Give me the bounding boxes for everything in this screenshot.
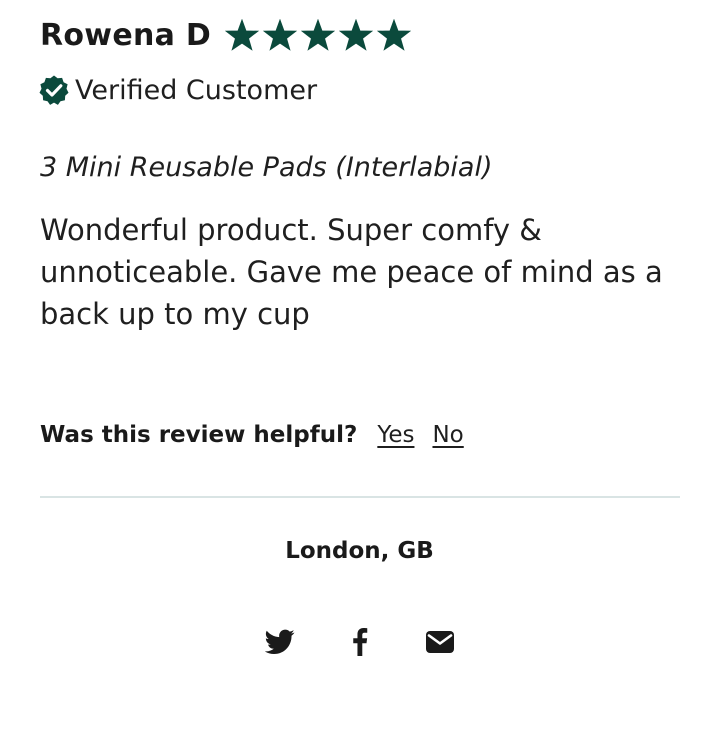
star-icon — [377, 18, 412, 51]
helpful-question: Was this review helpful? — [40, 422, 358, 448]
product-title: 3 Mini Reusable Pads (Interlabial) — [40, 152, 493, 183]
share-facebook-button[interactable] — [340, 624, 380, 660]
divider — [40, 496, 680, 498]
review-header: Rowena D — [40, 18, 415, 53]
share-twitter-button[interactable] — [260, 624, 300, 660]
share-buttons — [0, 624, 719, 660]
verified-label: Verified Customer — [75, 74, 318, 106]
star-rating — [225, 18, 415, 53]
star-icon — [339, 18, 374, 51]
star-icon — [263, 18, 298, 51]
star-icon — [301, 18, 336, 51]
helpful-vote: Was this review helpful? Yes No — [40, 422, 464, 448]
verified-check-icon — [39, 75, 69, 105]
review-body: Wonderful product. Super comfy & unnotic… — [40, 213, 663, 331]
verified-customer-badge: Verified Customer — [38, 74, 317, 106]
share-email-button[interactable] — [420, 624, 460, 660]
facebook-icon — [352, 628, 367, 656]
reviewer-location: London, GB — [285, 538, 434, 564]
star-icon — [225, 18, 260, 51]
vote-yes-link[interactable]: Yes — [377, 422, 414, 448]
reviewer-name: Rowena D — [40, 18, 212, 53]
review-card: Rowena D Verified Customer 3 Mini Reusab… — [0, 0, 719, 748]
vote-no-link[interactable]: No — [432, 422, 463, 448]
twitter-icon — [264, 629, 294, 654]
email-icon — [425, 631, 454, 653]
